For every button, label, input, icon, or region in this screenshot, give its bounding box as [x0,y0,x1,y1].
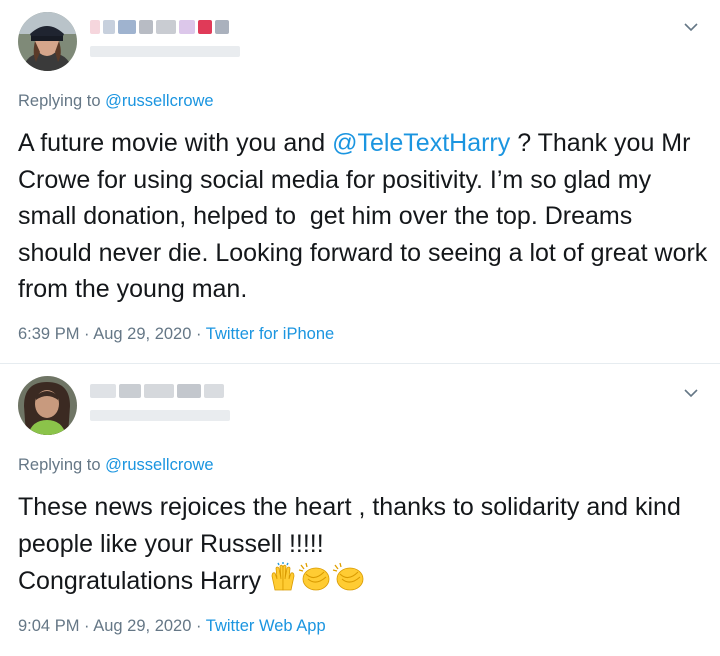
display-name-blurred [90,384,224,398]
clapping-hands-icon [332,562,366,603]
separator: · [84,325,90,343]
tweet-text-part: A future movie with you and [18,129,333,157]
tweet-meta: 6:39 PM · Aug 29, 2020 · Twitter for iPh… [18,325,334,344]
tweet-meta: 9:04 PM · Aug 29, 2020 · Twitter Web App [18,617,326,636]
separator: · [196,325,202,343]
tweet-date[interactable]: Aug 29, 2020 [93,617,191,635]
avatar[interactable] [18,12,77,71]
tweet[interactable]: Replying to @russellcrowe A future movie… [0,0,720,364]
raising-hands-icon [268,562,298,603]
replying-handle-link[interactable]: @russellcrowe [105,456,213,474]
tweet[interactable]: Replying to @russellcrowe These news rej… [0,364,720,656]
tweet-time[interactable]: 6:39 PM [18,325,79,343]
separator: · [84,617,90,635]
avatar[interactable] [18,376,77,435]
replying-to: Replying to @russellcrowe [18,92,214,111]
mention-link[interactable]: @TeleTextHarry [332,129,510,157]
separator: · [196,617,202,635]
chevron-down-icon[interactable] [680,382,702,404]
replying-handle-link[interactable]: @russellcrowe [105,92,213,110]
display-name-blurred [90,20,229,34]
tweet-source-link[interactable]: Twitter Web App [206,617,326,635]
chevron-down-icon[interactable] [680,16,702,38]
replying-prefix: Replying to [18,92,106,110]
tweet-text: A future movie with you and @TeleTextHar… [18,125,708,308]
tweet-text-line: These news rejoices the heart , thanks t… [18,493,688,558]
tweet-text: These news rejoices the heart , thanks t… [18,489,708,562]
clapping-hands-icon [298,562,332,603]
username-blurred [90,46,240,57]
tweet-text-line: Congratulations Harry [18,567,269,595]
replying-to: Replying to @russellcrowe [18,456,214,475]
tweet-text-congrats: Congratulations Harry [18,562,708,603]
tweet-source-link[interactable]: Twitter for iPhone [206,325,334,343]
tweet-time[interactable]: 9:04 PM [18,617,79,635]
replying-prefix: Replying to [18,456,106,474]
tweet-date[interactable]: Aug 29, 2020 [93,325,191,343]
username-blurred [90,410,230,421]
